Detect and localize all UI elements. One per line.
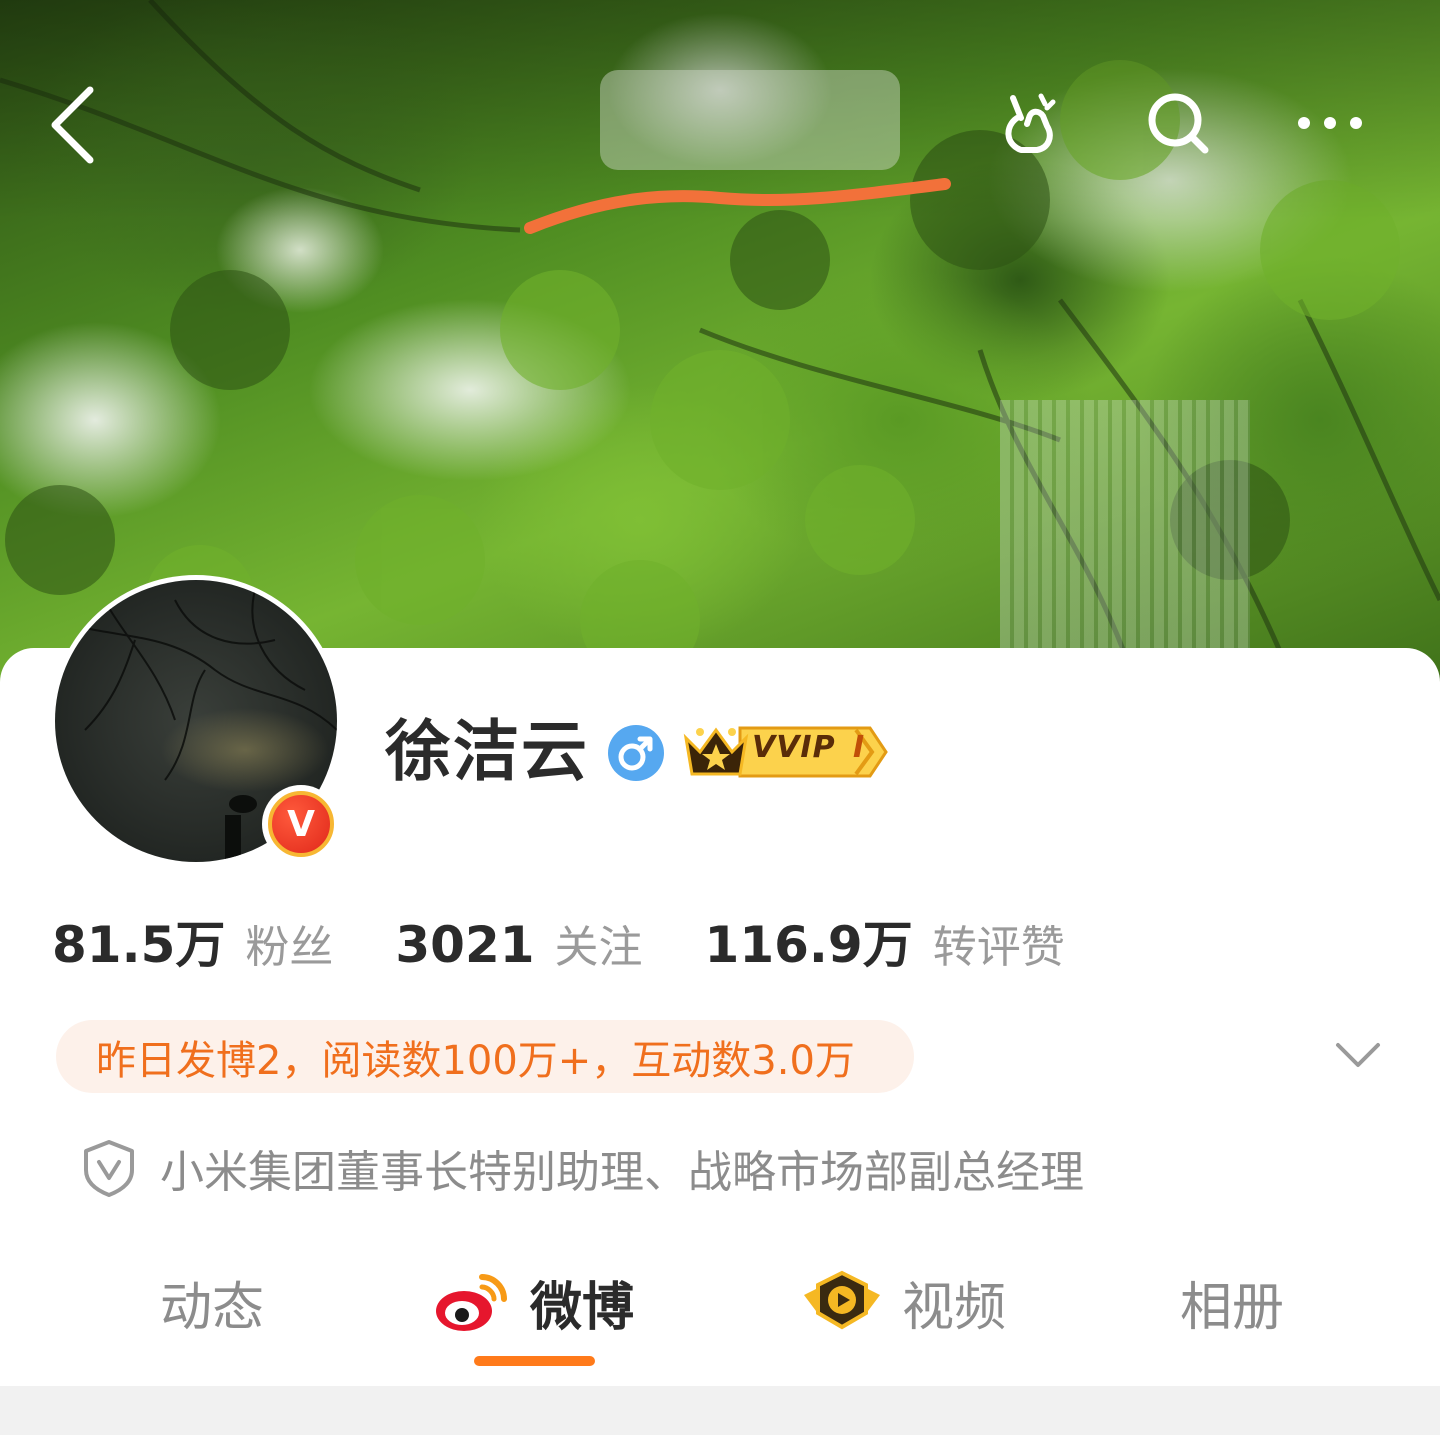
- following-stat[interactable]: 3021 关注: [395, 911, 642, 975]
- search-button[interactable]: [1143, 88, 1213, 158]
- verification-text: 小米集团董事长特别助理、战略市场部副总经理: [160, 1147, 1084, 1198]
- male-icon: [608, 725, 664, 781]
- weibo-logo-icon: [436, 1274, 507, 1331]
- chevron-down-icon: [1336, 1043, 1380, 1067]
- poke-hand-icon: [1005, 93, 1056, 153]
- blurred-title: [600, 70, 900, 170]
- stats-row: 81.5万 粉丝 3021 关注 116.9万 转评赞: [52, 905, 1127, 975]
- tab-album[interactable]: 相册: [1180, 1262, 1284, 1342]
- interactions-stat[interactable]: 116.9万 转评赞: [705, 905, 1065, 977]
- followers-stat[interactable]: 81.5万 粉丝: [52, 905, 333, 977]
- expand-button[interactable]: [1328, 1030, 1388, 1080]
- tab-dongtai[interactable]: 动态: [160, 1262, 264, 1342]
- tab-weibo[interactable]: 微博: [432, 1262, 634, 1342]
- tab-video[interactable]: 视频: [800, 1262, 1006, 1342]
- back-button[interactable]: [40, 80, 110, 170]
- shield-v-icon: [80, 1138, 138, 1198]
- video-badge-icon: [804, 1270, 880, 1330]
- verified-badge: V: [262, 785, 340, 863]
- username: 徐洁云: [385, 713, 589, 790]
- search-icon: [1148, 93, 1209, 154]
- more-button[interactable]: [1290, 98, 1370, 148]
- active-tab-indicator: [474, 1356, 595, 1366]
- scribble-mark: [524, 178, 951, 234]
- feed-divider: [0, 1386, 1440, 1435]
- vip-label: VVIP Ⅰ: [752, 730, 866, 765]
- chevron-left-icon: [51, 86, 94, 164]
- more-dots-icon: [1298, 117, 1362, 129]
- poke-button[interactable]: [995, 88, 1065, 158]
- activity-summary[interactable]: 昨日发博2，阅读数100万+，互动数3.0万: [56, 1020, 914, 1093]
